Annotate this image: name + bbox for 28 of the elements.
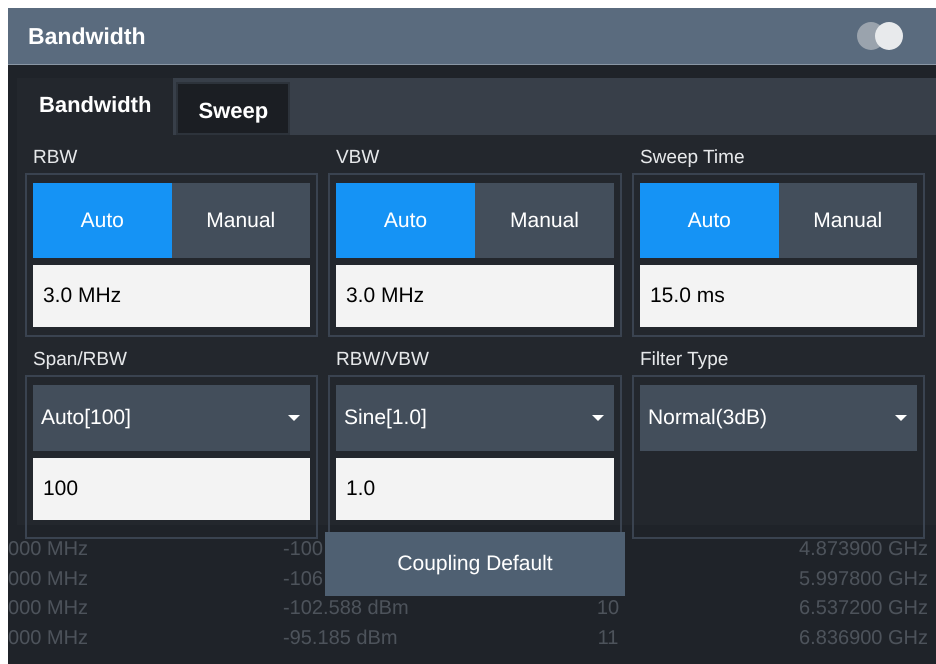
tab[interactable]: Bandwidth <box>17 78 174 135</box>
window-title: Bandwidth <box>28 22 146 50</box>
input-field[interactable]: 15.0 ms <box>640 265 917 327</box>
input-field[interactable]: 100 <box>33 458 310 520</box>
input-field[interactable]: 1.0 <box>336 458 614 520</box>
input-field[interactable]: 3.0 MHz <box>336 265 614 327</box>
caret-icon <box>895 415 907 421</box>
toggle-option[interactable]: Manual <box>172 183 310 258</box>
dropdown[interactable]: Sine[1.0] <box>336 385 614 451</box>
tab[interactable]: Sweep <box>176 82 290 135</box>
overlapping-circles-icon[interactable] <box>856 21 906 51</box>
dropdown[interactable]: Auto[100] <box>33 385 310 451</box>
dropdown-value: Sine[1.0] <box>344 406 427 430</box>
group-label: Span/RBW <box>32 349 128 372</box>
group-label: Sweep Time <box>639 147 746 170</box>
caret-icon <box>288 415 300 421</box>
dropdown-value: Normal(3dB) <box>648 406 768 430</box>
group-label: VBW <box>335 147 380 170</box>
group-label: RBW <box>32 147 78 170</box>
group-label: Filter Type <box>639 349 730 372</box>
toggle-option[interactable]: Manual <box>778 183 917 258</box>
group-label: RBW/VBW <box>335 349 430 372</box>
toggle-option[interactable]: Manual <box>475 183 614 258</box>
caret-icon <box>592 415 604 421</box>
input-field[interactable]: 3.0 MHz <box>33 265 310 327</box>
dropdown[interactable]: Normal(3dB) <box>640 385 917 451</box>
coupling-default-button[interactable]: Coupling Default <box>325 532 625 596</box>
dropdown-value: Auto[100] <box>41 406 131 430</box>
